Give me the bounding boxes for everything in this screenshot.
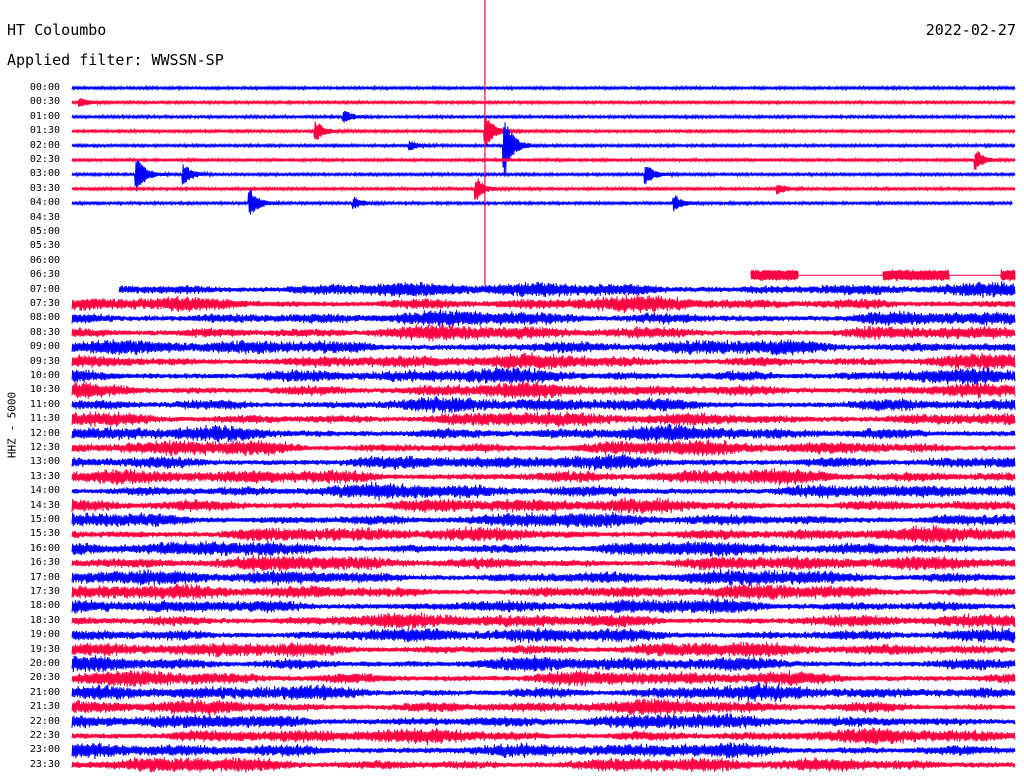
trace-row-1130 [71,411,1016,428]
trace-row-1730 [71,583,1016,601]
trace-row-1300 [71,453,1016,471]
trace-row-1500 [71,511,1016,529]
trace-row-1630 [71,554,1016,572]
trace-row-2100 [71,682,1016,703]
trace-row-1900 [71,627,1016,644]
trace-row-1100 [71,395,1016,414]
trace-row-0700 [118,281,1016,299]
trace-row-1600 [71,540,1016,557]
trace-row-1400 [71,481,1016,501]
trace-row-1800 [71,598,1016,615]
trace-row-1330 [71,467,1016,486]
trace-row-1030 [71,381,1016,401]
trace-row-0400 [71,189,1013,215]
trace-row-1000 [71,367,1016,387]
trace-row-2230 [71,727,1016,746]
trace-row-1700 [71,569,1016,587]
trace-row-2030 [71,669,1016,688]
trace-row-2000 [71,654,1016,673]
trace-row-0300 [71,160,1016,192]
trace-row-1830 [71,612,1016,630]
trace-row-0630 [750,269,1016,282]
trace-row-2200 [71,713,1016,730]
trace-row-0800 [71,309,1016,328]
trace-row-0900 [71,339,1016,356]
trace-row-2300 [71,741,1016,760]
trace-row-0730 [71,294,1016,314]
trace-row-0830 [71,324,1016,342]
trace-row-1430 [71,497,1016,514]
trace-row-1530 [71,525,1016,544]
trace-row-1200 [71,423,1016,444]
trace-row-0930 [71,352,1016,371]
helicorder-plot [71,0,1016,773]
trace-row-0200 [71,122,1016,174]
trace-row-1930 [71,641,1016,659]
trace-row-2330 [71,756,1016,773]
trace-row-2130 [71,698,1016,716]
trace-row-1230 [71,439,1016,457]
